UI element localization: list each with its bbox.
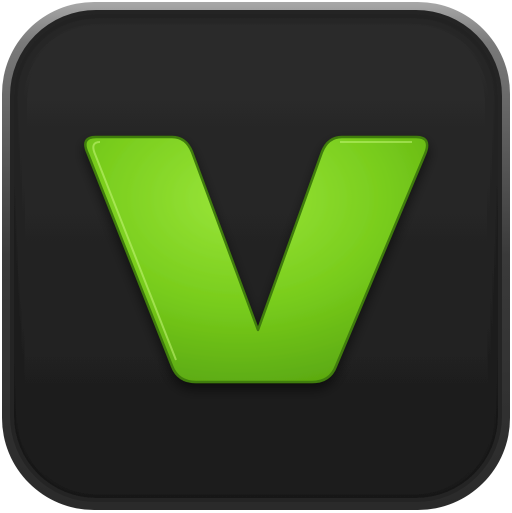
app-icon[interactable]: V bbox=[0, 0, 512, 512]
icon-face bbox=[14, 14, 498, 498]
app-icon-graphic bbox=[2, 2, 510, 510]
